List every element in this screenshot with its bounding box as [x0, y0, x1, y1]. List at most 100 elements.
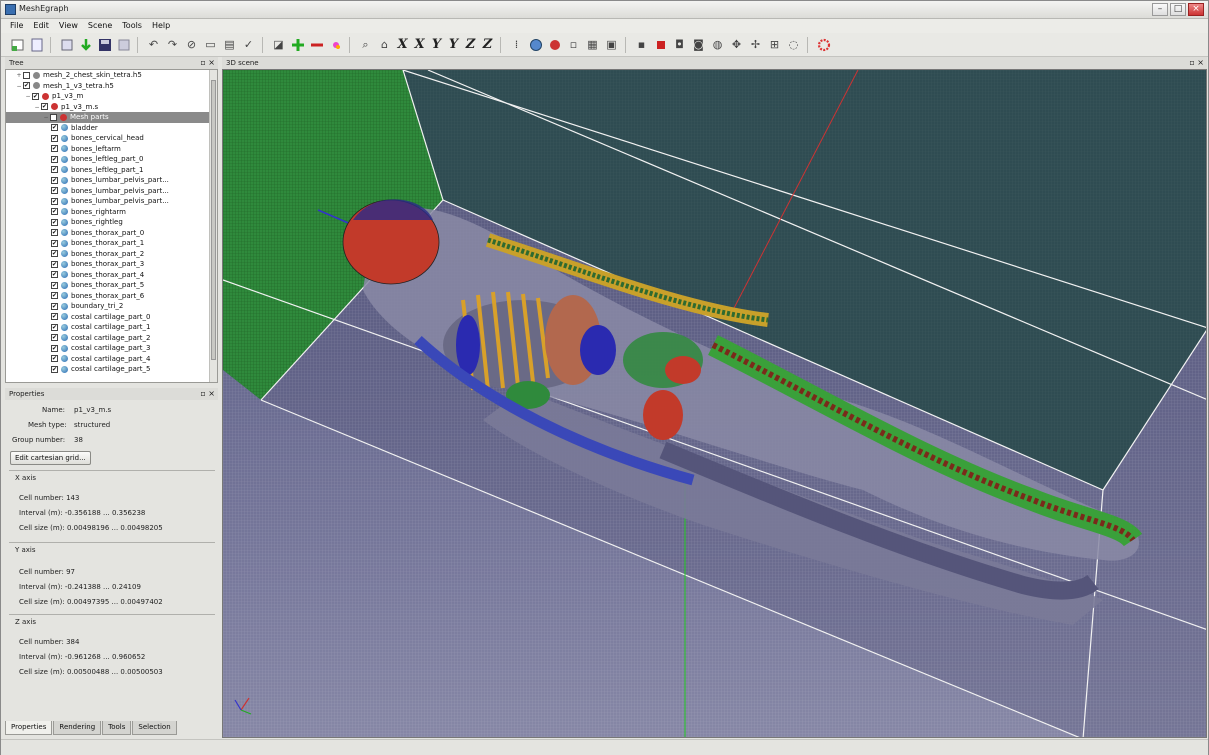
- visibility-checkbox[interactable]: ✔: [51, 176, 58, 184]
- tree-item[interactable]: ✔ bones_cervical_head: [6, 133, 217, 144]
- rotate-icon[interactable]: ✢: [747, 36, 764, 53]
- visibility-checkbox[interactable]: ✔: [51, 187, 58, 194]
- view-minus-y-icon[interactable]: Y: [446, 36, 461, 53]
- tree-item[interactable]: ✔ bones_thorax_part_0: [6, 228, 217, 239]
- visibility-checkbox[interactable]: ✔: [51, 239, 58, 247]
- tree-item[interactable]: − ✔ p1_v3_m.s: [6, 102, 217, 113]
- move-icon[interactable]: ✥: [728, 36, 745, 53]
- frame-icon[interactable]: ▭: [202, 36, 219, 53]
- menu-tools[interactable]: Tools: [117, 19, 147, 33]
- visibility-checkbox[interactable]: ✔: [51, 124, 58, 131]
- visibility-checkbox[interactable]: ✔: [51, 323, 58, 331]
- cancel-icon[interactable]: ⊘: [183, 36, 200, 53]
- check-icon[interactable]: ✓: [240, 36, 257, 53]
- scene-canvas[interactable]: [223, 70, 1207, 738]
- settings-icon[interactable]: [815, 36, 832, 53]
- tab-tools[interactable]: Tools: [102, 721, 132, 735]
- remove-icon[interactable]: [308, 36, 325, 53]
- selection-box-icon[interactable]: ▫: [565, 36, 582, 53]
- tree-item[interactable]: ✔ costal cartilage_part_0: [6, 312, 217, 323]
- new-document-icon[interactable]: [28, 36, 45, 53]
- 3d-viewport[interactable]: [222, 69, 1207, 738]
- visibility-checkbox[interactable]: ✔: [51, 281, 58, 289]
- close-icon[interactable]: ×: [1188, 3, 1204, 16]
- visibility-checkbox[interactable]: ✔: [51, 218, 58, 226]
- cylinder-alt-icon[interactable]: ◍: [709, 36, 726, 53]
- undo-icon[interactable]: ↶: [145, 36, 162, 53]
- visibility-checkbox[interactable]: ✔: [51, 208, 58, 215]
- tree-item[interactable]: ✔ bones_leftleg_part_0: [6, 154, 217, 165]
- tree-item[interactable]: ✔ bones_rightarm: [6, 207, 217, 218]
- view-plus-x-icon[interactable]: X: [395, 36, 410, 53]
- tree-item[interactable]: − ✔ mesh_1_v3_tetra.h5: [6, 81, 217, 92]
- menu-file[interactable]: File: [5, 19, 28, 33]
- menu-edit[interactable]: Edit: [28, 19, 54, 33]
- open-icon[interactable]: [58, 36, 75, 53]
- tree-scroll-thumb[interactable]: [211, 80, 216, 360]
- eraser-icon[interactable]: ◪: [270, 36, 287, 53]
- visibility-checkbox[interactable]: ✔: [51, 344, 58, 352]
- view-minus-x-icon[interactable]: X: [412, 36, 427, 53]
- tree-item[interactable]: ✔ bones_lumbar_pelvis_part...: [6, 196, 217, 207]
- visibility-checkbox[interactable]: ✔: [51, 260, 58, 268]
- view-minus-z-icon[interactable]: Z: [480, 36, 495, 53]
- tree-item[interactable]: ✔ costal cartilage_part_4: [6, 354, 217, 365]
- tree-item[interactable]: ✔ bones_thorax_part_5: [6, 280, 217, 291]
- visibility-checkbox[interactable]: ✔: [51, 250, 58, 257]
- tree-item[interactable]: ✔ costal cartilage_part_2: [6, 333, 217, 344]
- visibility-checkbox[interactable]: ✔: [50, 113, 57, 121]
- visibility-checkbox[interactable]: ✔: [51, 229, 58, 236]
- save-as-icon[interactable]: [115, 36, 132, 53]
- tree-item[interactable]: ✔ costal cartilage_part_3: [6, 343, 217, 354]
- tab-rendering[interactable]: Rendering: [53, 721, 102, 735]
- visibility-checkbox[interactable]: ✔: [41, 103, 48, 110]
- fit-view-icon[interactable]: ⌂: [376, 36, 393, 53]
- tree-item[interactable]: ✔ bones_thorax_part_3: [6, 259, 217, 270]
- cylinder-icon[interactable]: ◙: [690, 36, 707, 53]
- visibility-checkbox[interactable]: ✔: [32, 92, 39, 100]
- visibility-checkbox[interactable]: ✔: [51, 365, 58, 373]
- tree-item[interactable]: − ✔ Mesh parts: [6, 112, 217, 123]
- tree-scrollbar[interactable]: [209, 70, 217, 382]
- save-icon[interactable]: [96, 36, 113, 53]
- visibility-checkbox[interactable]: ✔: [51, 334, 58, 341]
- visibility-checkbox[interactable]: ✔: [23, 82, 30, 89]
- tree-item[interactable]: ✔ bladder: [6, 123, 217, 134]
- tab-selection[interactable]: Selection: [132, 721, 177, 735]
- color-icon[interactable]: [327, 36, 344, 53]
- visibility-checkbox[interactable]: ✔: [51, 166, 58, 173]
- view-plus-z-icon[interactable]: Z: [463, 36, 478, 53]
- globe-icon[interactable]: [527, 36, 544, 53]
- cube-grey-icon[interactable]: ◘: [671, 36, 688, 53]
- visibility-checkbox[interactable]: ✔: [51, 292, 58, 299]
- tree-item[interactable]: ✔ bones_thorax_part_4: [6, 270, 217, 281]
- tree-item[interactable]: ✔ bones_lumbar_pelvis_part...: [6, 186, 217, 197]
- redo-icon[interactable]: ↷: [164, 36, 181, 53]
- visibility-checkbox[interactable]: ✔: [51, 155, 58, 163]
- tree-item[interactable]: − ✔ p1_v3_m: [6, 91, 217, 102]
- dock-close-icon[interactable]: ▫ ×: [200, 57, 215, 69]
- title-bar[interactable]: MeshEgraph – □ ×: [1, 1, 1208, 19]
- tree-item[interactable]: ✔ costal cartilage_part_1: [6, 322, 217, 333]
- new-mesh-icon[interactable]: [9, 36, 26, 53]
- visibility-checkbox[interactable]: [23, 71, 30, 79]
- grid-icon[interactable]: ▤: [221, 36, 238, 53]
- visibility-checkbox[interactable]: ✔: [51, 197, 58, 205]
- maximize-icon[interactable]: □: [1170, 3, 1186, 16]
- tree-item[interactable]: ✔ bones_thorax_part_6: [6, 291, 217, 302]
- cube-red-icon[interactable]: [652, 36, 669, 53]
- cube-icon[interactable]: ▪: [633, 36, 650, 53]
- tree-item[interactable]: ✔ boundary_tri_2: [6, 301, 217, 312]
- dock-close-icon[interactable]: ▫ ×: [200, 388, 215, 400]
- tab-properties[interactable]: Properties: [5, 721, 53, 735]
- sphere-red-icon[interactable]: [546, 36, 563, 53]
- reset-icon[interactable]: ◌: [785, 36, 802, 53]
- view-plus-y-icon[interactable]: Y: [429, 36, 444, 53]
- menu-scene[interactable]: Scene: [83, 19, 117, 33]
- tree-view[interactable]: + mesh_2_chest_skin_tetra.h5− ✔ mesh_1_v3_t…: [5, 69, 218, 383]
- tree-item[interactable]: ✔ bones_leftleg_part_1: [6, 165, 217, 176]
- tree-item[interactable]: ✔ bones_thorax_part_2: [6, 249, 217, 260]
- tree-item[interactable]: ✔ bones_rightleg: [6, 217, 217, 228]
- visibility-checkbox[interactable]: ✔: [51, 313, 58, 320]
- edit-cartesian-grid-button[interactable]: Edit cartesian grid...: [10, 451, 91, 465]
